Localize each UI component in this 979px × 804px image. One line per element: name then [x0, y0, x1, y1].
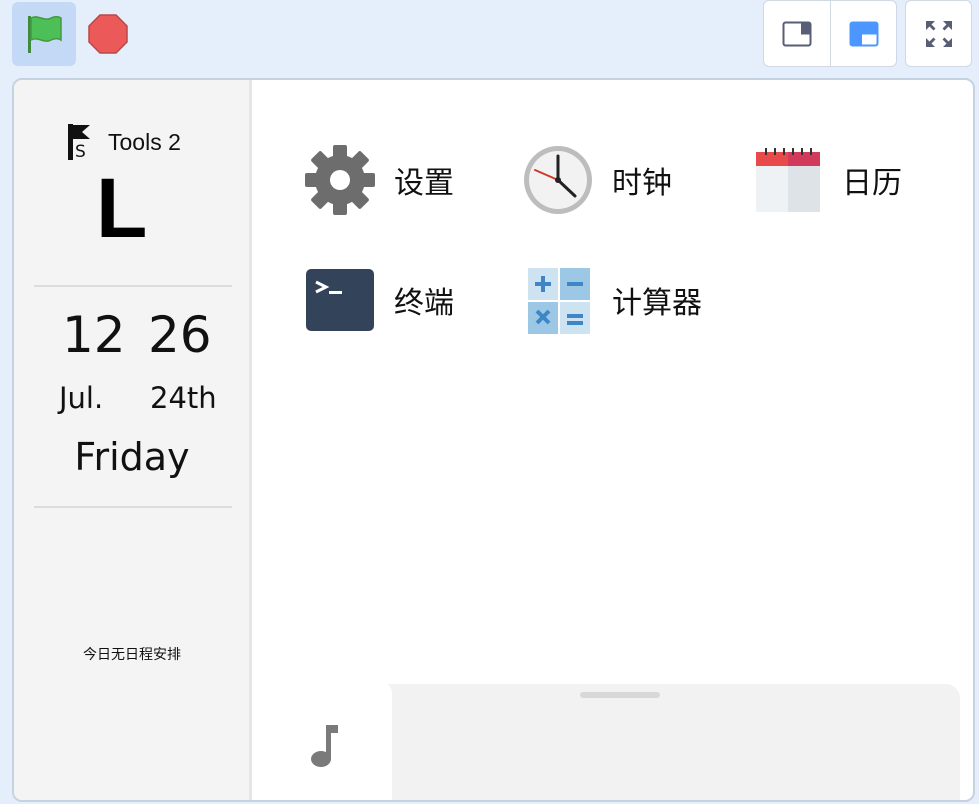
svg-text:S: S	[75, 142, 86, 160]
time-hours: 12	[62, 306, 126, 364]
stop-sign-icon	[88, 14, 128, 54]
normal-stage-layout-icon	[849, 21, 878, 46]
music-note-icon	[311, 725, 338, 767]
dock-music-button[interactable]	[256, 680, 392, 800]
big-letter: L	[96, 161, 148, 255]
divider-bottom	[34, 506, 232, 508]
stage[interactable]: S Tools 2 L 12 26 Jul. 24th Friday 今日无日程…	[12, 78, 975, 802]
stage-layout-toggle	[763, 0, 897, 67]
tools-header: S Tools 2	[68, 124, 181, 160]
small-stage-layout-icon	[782, 21, 812, 46]
app-settings[interactable]: 设置	[304, 144, 454, 216]
divider-top	[34, 285, 232, 287]
fullscreen-icon	[925, 20, 952, 47]
normal-stage-button[interactable]	[830, 1, 896, 66]
green-flag-button[interactable]	[12, 2, 76, 66]
dock-drag-handle[interactable]	[580, 692, 660, 698]
sidebar: S Tools 2 L 12 26 Jul. 24th Friday 今日无日程…	[14, 80, 252, 800]
app-label: 计算器	[612, 286, 702, 321]
calculator-icon	[522, 264, 594, 336]
app-clock[interactable]: 时钟	[522, 144, 672, 216]
small-stage-button[interactable]	[764, 1, 830, 66]
green-flag-icon	[28, 15, 62, 53]
app-label: 设置	[394, 166, 454, 201]
app-label: 日历	[842, 166, 902, 201]
app-label: 终端	[394, 286, 454, 321]
calendar-icon	[752, 144, 824, 216]
app-calculator[interactable]: 计算器	[522, 264, 702, 336]
stop-button[interactable]	[82, 2, 134, 66]
app-calendar[interactable]: 日历	[752, 144, 902, 216]
app-label: 时钟	[612, 166, 672, 201]
app-terminal[interactable]: 终端	[304, 264, 454, 336]
dock	[256, 680, 960, 800]
fullscreen-button[interactable]	[905, 0, 972, 67]
date-day: 24th	[150, 381, 217, 415]
tools-title: Tools 2	[108, 128, 181, 155]
weekday: Friday	[74, 435, 190, 479]
gear-icon	[304, 144, 376, 216]
schedule-status: 今日无日程安排	[83, 647, 181, 663]
tools-logo-icon: S	[68, 124, 90, 160]
clock-icon	[522, 144, 594, 216]
date-month: Jul.	[59, 381, 104, 415]
time-minutes: 26	[148, 306, 212, 364]
terminal-icon	[304, 264, 376, 336]
